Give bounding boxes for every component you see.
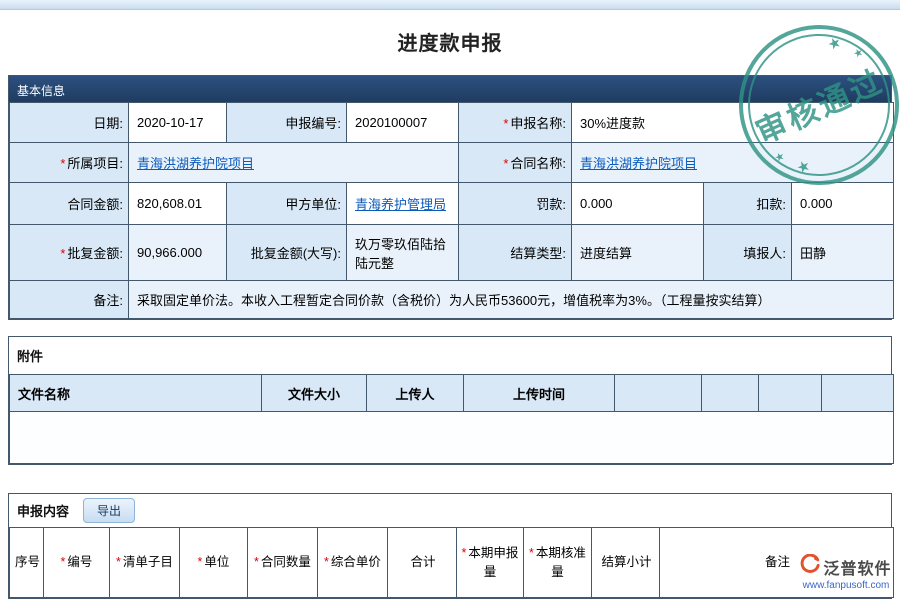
declare-col-list-item: *清单子目 <box>110 528 180 598</box>
required-star: * <box>503 156 508 171</box>
attachments-title: 附件 <box>9 337 891 374</box>
basic-info-header: 基本信息 <box>9 76 891 102</box>
field-penalty-value: 0.000 <box>572 183 704 225</box>
attachment-col-extra-1 <box>615 375 702 412</box>
field-reporter-label: 填报人: <box>704 225 792 281</box>
field-declno-label: 申报编号: <box>227 103 347 143</box>
field-approved-caps-label: 批复金额(大写): <box>227 225 347 281</box>
required-star: * <box>529 546 534 560</box>
field-settle-type-value: 进度结算 <box>572 225 704 281</box>
required-star: * <box>61 555 66 569</box>
field-contract-value: 青海洪湖养护院项目 <box>572 143 894 183</box>
attachments-table: 文件名称 文件大小 上传人 上传时间 <box>9 374 894 464</box>
field-approved-amount-label: *批复金额: <box>10 225 129 281</box>
field-settle-type-label: 结算类型: <box>459 225 572 281</box>
declare-col-seq: 序号 <box>10 528 44 598</box>
declare-col-unit: *单位 <box>180 528 248 598</box>
attachments-empty-cell <box>10 412 894 464</box>
attachment-col-filename: 文件名称 <box>10 375 262 412</box>
declare-header-row: 序号 *编号 *清单子目 *单位 *合同数量 *综合单价 合计 *本期申报量 *… <box>10 528 894 598</box>
attachment-col-filesize: 文件大小 <box>262 375 367 412</box>
basic-info-panel: 基本信息 日期: 2020-10-17 申报编号: 2020100007 *申报… <box>8 75 892 320</box>
declare-title: 申报内容 <box>17 501 69 520</box>
attachment-col-extra-2 <box>702 375 759 412</box>
declare-title-bar: 申报内容 导出 <box>9 494 891 527</box>
basic-info-table: 日期: 2020-10-17 申报编号: 2020100007 *申报名称: 3… <box>9 102 894 319</box>
field-contract-label: *合同名称: <box>459 143 572 183</box>
field-reporter-value: 田静 <box>792 225 894 281</box>
export-button[interactable]: 导出 <box>83 498 135 523</box>
top-gradient-bar <box>0 0 900 10</box>
field-date-value: 2020-10-17 <box>129 103 227 143</box>
attachment-col-uploader: 上传人 <box>367 375 464 412</box>
field-remark-label: 备注: <box>10 281 129 319</box>
fanpu-swirl-icon <box>800 554 820 579</box>
contract-link[interactable]: 青海洪湖养护院项目 <box>580 156 697 171</box>
field-declno-value: 2020100007 <box>347 103 459 143</box>
fanpu-logo-name: 泛普软件 <box>823 555 891 579</box>
fanpu-logo-site: www.fanpusoft.com <box>798 580 894 591</box>
fanpu-logo: 泛普软件 www.fanpusoft.com <box>798 554 894 591</box>
field-party-a-label: 甲方单位: <box>227 183 347 225</box>
attachments-empty-row <box>10 412 894 464</box>
required-star: * <box>462 546 467 560</box>
project-link[interactable]: 青海洪湖养护院项目 <box>137 156 254 171</box>
attachment-col-uploadtime: 上传时间 <box>464 375 615 412</box>
field-project-value: 青海洪湖养护院项目 <box>129 143 459 183</box>
required-star: * <box>60 156 65 171</box>
fanpu-logo-row: 泛普软件 <box>798 554 894 579</box>
required-star: * <box>503 116 508 131</box>
field-remark-value: 采取固定单价法。本收入工程暂定合同价款（含税价）为人民币53600元，增值税率为… <box>129 281 894 319</box>
attachment-col-extra-3 <box>759 375 822 412</box>
declare-col-period-approved: *本期核准量 <box>524 528 592 598</box>
attachments-header-row: 文件名称 文件大小 上传人 上传时间 <box>10 375 894 412</box>
field-date-label: 日期: <box>10 103 129 143</box>
attachment-col-extra-4 <box>822 375 894 412</box>
field-party-a-value: 青海养护管理局 <box>347 183 459 225</box>
party-a-link[interactable]: 青海养护管理局 <box>355 197 446 212</box>
required-star: * <box>324 555 329 569</box>
declare-col-period-declared: *本期申报量 <box>457 528 524 598</box>
declare-table: 序号 *编号 *清单子目 *单位 *合同数量 *综合单价 合计 *本期申报量 *… <box>9 527 894 598</box>
declare-col-unit-price: *综合单价 <box>318 528 388 598</box>
declare-col-contract-qty: *合同数量 <box>248 528 318 598</box>
field-declname-label: *申报名称: <box>459 103 572 143</box>
declare-col-total: 合计 <box>388 528 457 598</box>
declare-col-settle-subtotal: 结算小计 <box>592 528 660 598</box>
required-star: * <box>116 555 121 569</box>
field-approved-caps-value: 玖万零玖佰陆拾陆元整 <box>347 225 459 281</box>
main-content: 基本信息 日期: 2020-10-17 申报编号: 2020100007 *申报… <box>0 75 900 599</box>
field-contract-amount-label: 合同金额: <box>10 183 129 225</box>
field-deduction-value: 0.000 <box>792 183 894 225</box>
field-deduction-label: 扣款: <box>704 183 792 225</box>
field-declname-value: 30%进度款 <box>572 103 894 143</box>
declare-col-code: *编号 <box>44 528 110 598</box>
required-star: * <box>198 555 203 569</box>
field-penalty-label: 罚款: <box>459 183 572 225</box>
field-contract-amount-value: 820,608.01 <box>129 183 227 225</box>
required-star: * <box>60 246 65 261</box>
attachments-panel: 附件 文件名称 文件大小 上传人 上传时间 <box>8 336 892 465</box>
declare-panel: 申报内容 导出 序号 *编号 *清单子目 *单位 *合同数量 *综合单价 合计 … <box>8 493 892 599</box>
page-title: 进度款申报 <box>0 10 900 75</box>
field-approved-amount-value: 90,966.000 <box>129 225 227 281</box>
required-star: * <box>254 555 259 569</box>
field-project-label: *所属项目: <box>10 143 129 183</box>
